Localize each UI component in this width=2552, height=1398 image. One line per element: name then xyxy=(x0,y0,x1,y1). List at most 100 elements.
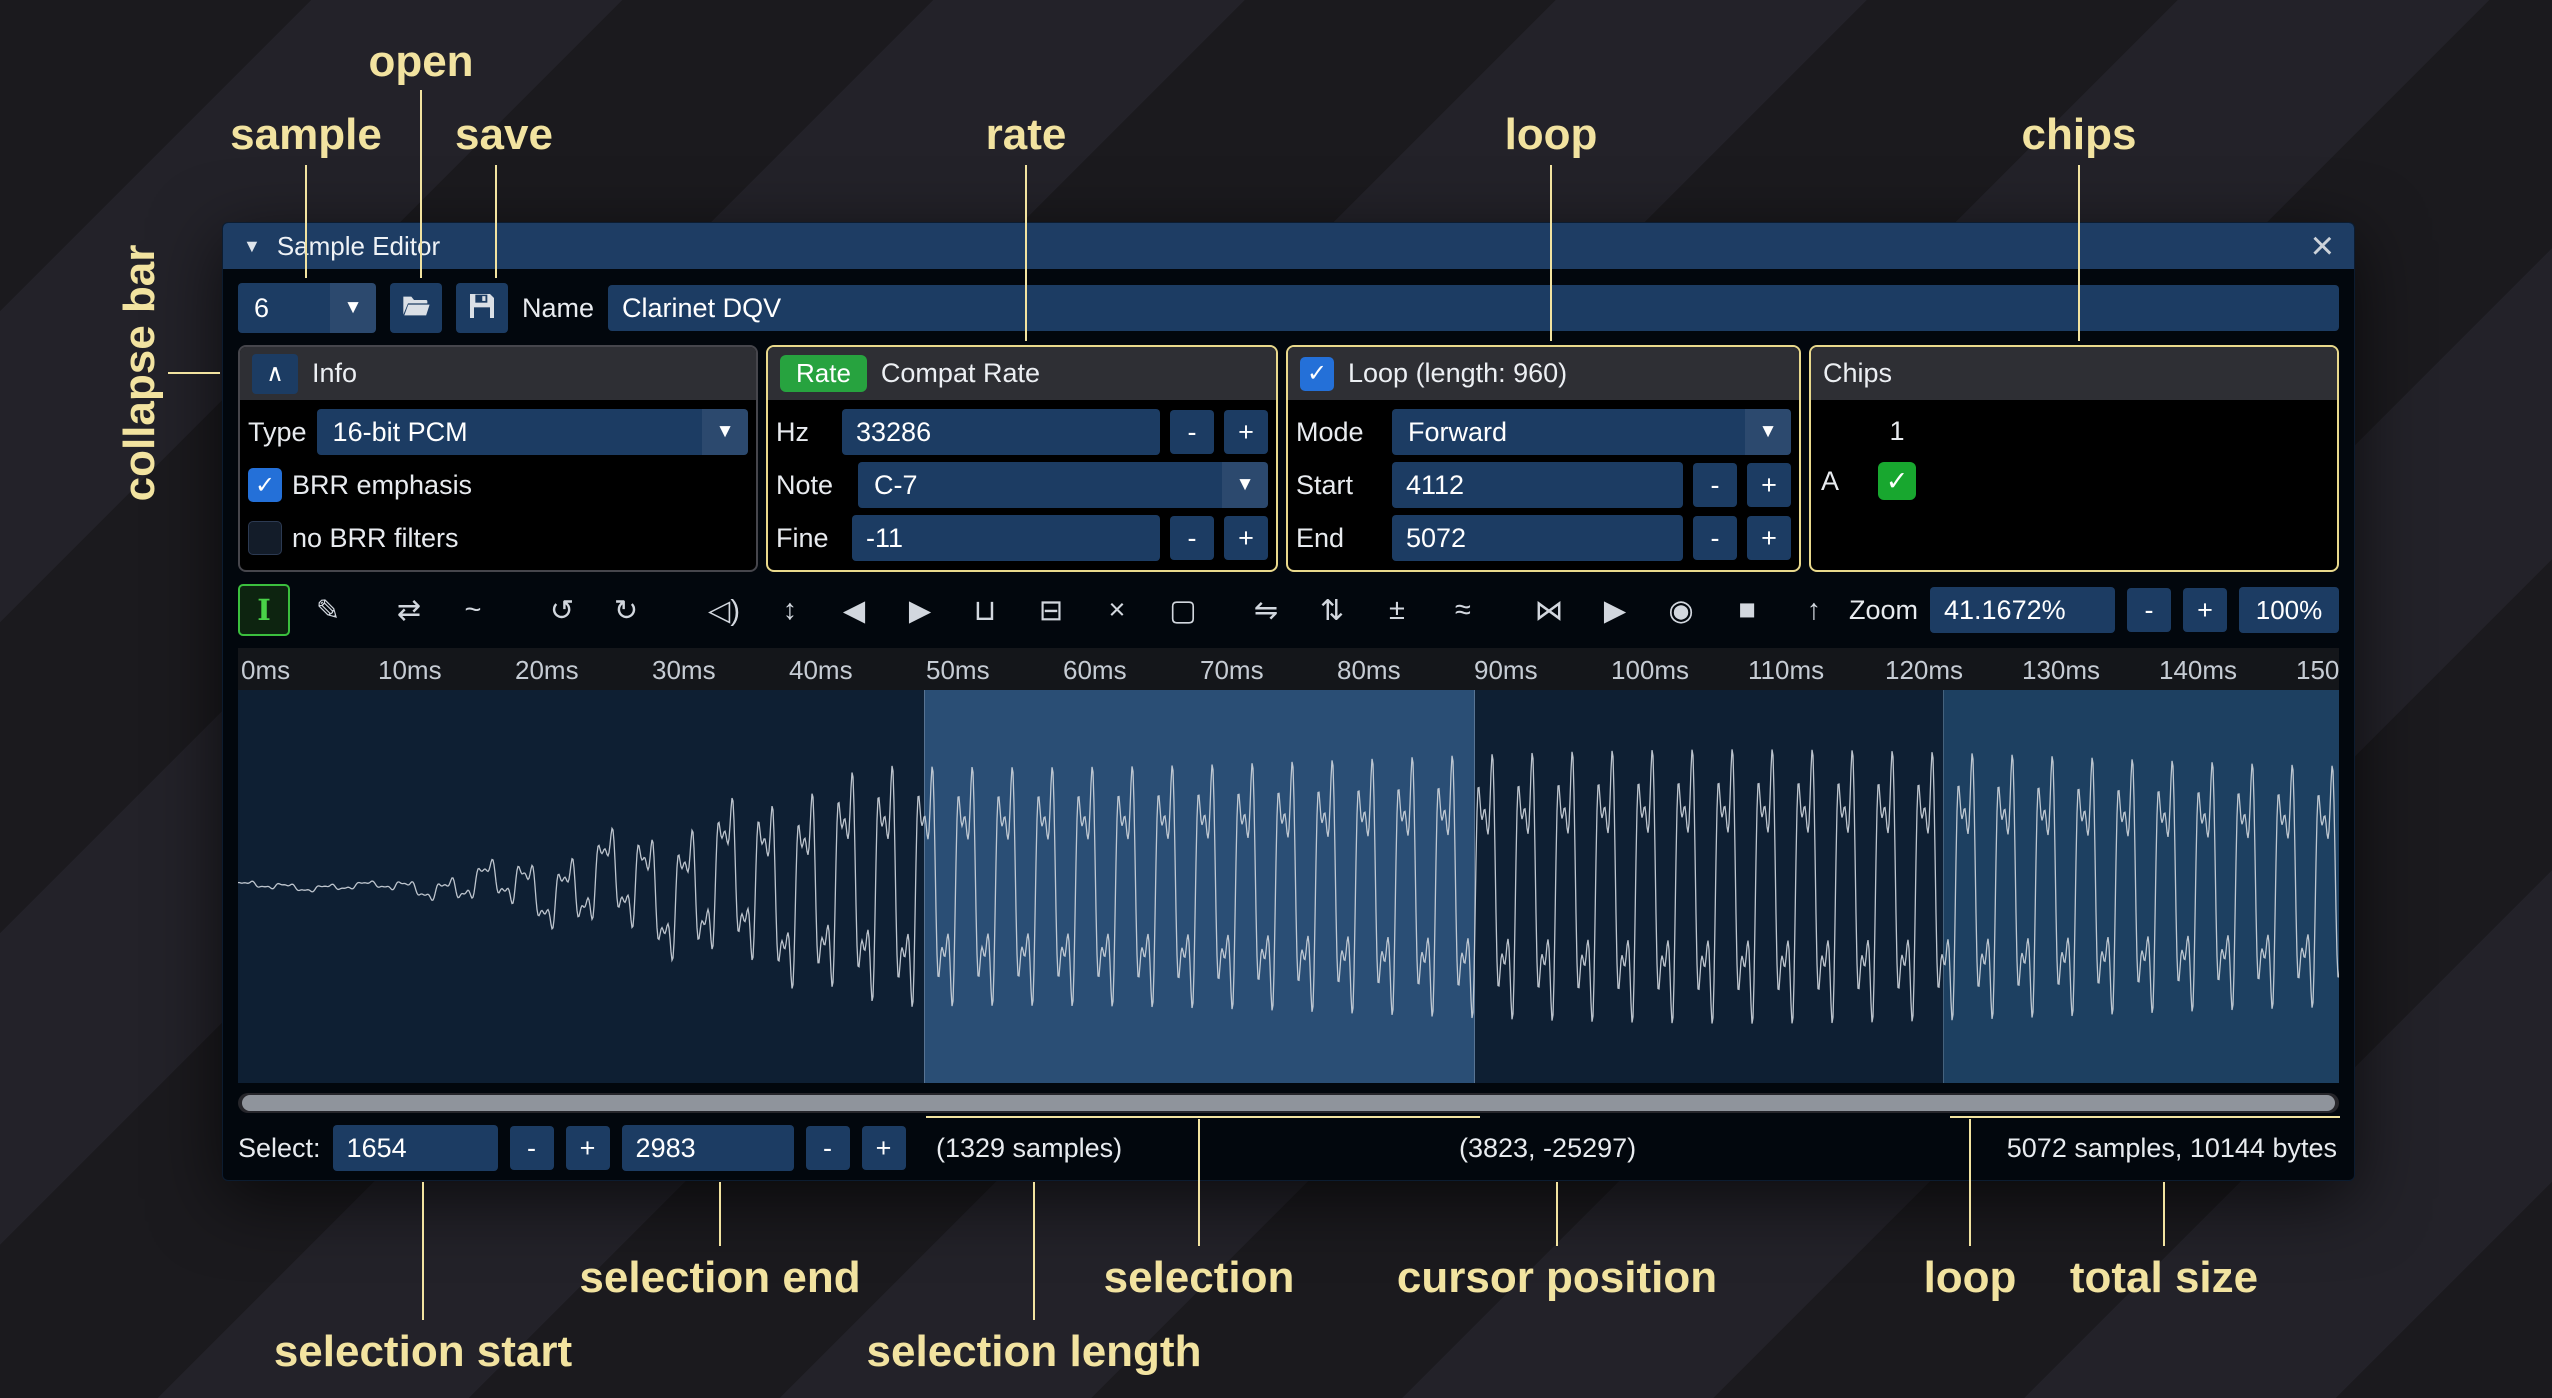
normalize-icon: ↕ xyxy=(783,594,798,627)
annotation-line-loop-bottom xyxy=(1950,1116,2340,1118)
fade-in-button[interactable]: ◀ xyxy=(828,584,880,636)
loop-enable-checkbox[interactable]: ✓ xyxy=(1300,357,1334,391)
save-sample-button[interactable] xyxy=(456,283,508,333)
resample-button[interactable]: ~ xyxy=(447,584,499,636)
annotation-selection: selection xyxy=(1104,1253,1295,1303)
sample-type-dropdown[interactable]: 16-bit PCM ▼ xyxy=(317,409,748,455)
chip-enable-checkbox[interactable]: ✓ xyxy=(1878,462,1916,500)
selection-end-input[interactable] xyxy=(622,1125,794,1171)
amplify-button[interactable]: ◁) xyxy=(698,584,750,636)
undo-button[interactable]: ↺ xyxy=(536,584,588,636)
brr-emphasis-label: BRR emphasis xyxy=(292,470,472,501)
no-brr-filters-checkbox[interactable] xyxy=(248,521,282,555)
redo-icon: ↻ xyxy=(614,593,638,628)
sample-row: 6 ▼ Name xyxy=(223,269,2354,345)
zoom-reset-button[interactable]: 100% xyxy=(2239,587,2339,633)
annotation-line-cursor-position xyxy=(1556,1182,1558,1246)
crossfade-button[interactable]: ⋈ xyxy=(1523,584,1575,636)
fade-out-button[interactable]: ▶ xyxy=(894,584,946,636)
minus-icon: - xyxy=(1711,470,1720,501)
selection-start-input[interactable] xyxy=(333,1125,498,1171)
plus-icon: + xyxy=(1238,417,1254,448)
check-icon: ✓ xyxy=(1886,466,1909,497)
loop-start-input[interactable] xyxy=(1392,462,1683,508)
invert-button[interactable]: ⇅ xyxy=(1306,584,1358,636)
ruler-tick-label: 40ms xyxy=(789,655,853,686)
zoom-in-button[interactable]: + xyxy=(2183,588,2227,632)
selection-start-minus-button[interactable]: - xyxy=(510,1126,554,1170)
annotation-collapse-bar: collapse bar xyxy=(115,245,165,502)
total-size-text: 5072 samples, 10144 bytes xyxy=(2007,1133,2337,1164)
open-sample-button[interactable] xyxy=(390,283,442,333)
loop-mode-value: Forward xyxy=(1392,409,1745,455)
filter-button[interactable]: ≈ xyxy=(1437,584,1489,636)
window-titlebar[interactable]: ▼ Sample Editor × xyxy=(223,223,2354,269)
fine-input[interactable] xyxy=(852,515,1160,561)
brr-emphasis-checkbox[interactable]: ✓ xyxy=(248,468,282,502)
chip-row-label: A xyxy=(1821,466,1867,497)
trim-icon: ▢ xyxy=(1169,593,1196,628)
select-mode-button[interactable]: I xyxy=(238,584,290,636)
info-header: ∧ Info xyxy=(240,347,756,400)
fade-in-icon: ◀ xyxy=(843,593,865,628)
signed-unsigned-button[interactable]: ± xyxy=(1371,584,1423,636)
time-ruler[interactable]: 0ms10ms20ms30ms40ms50ms60ms70ms80ms90ms1… xyxy=(238,648,2339,690)
trim-button[interactable]: ▢ xyxy=(1157,584,1209,636)
preview-loop-button[interactable]: ◉ xyxy=(1655,584,1707,636)
loop-start-minus-button[interactable]: - xyxy=(1693,463,1737,507)
note-label: Note xyxy=(776,470,848,501)
window-caret-icon[interactable]: ▼ xyxy=(243,236,261,257)
hz-input[interactable] xyxy=(842,409,1160,455)
annotation-selection-end: selection end xyxy=(579,1253,860,1303)
waveform-display[interactable] xyxy=(238,690,2339,1083)
normalize-button[interactable]: ↕ xyxy=(764,584,816,636)
loop-end-minus-button[interactable]: - xyxy=(1693,516,1737,560)
note-dropdown[interactable]: C-7 ▼ xyxy=(858,462,1268,508)
plus-icon: + xyxy=(1238,523,1254,554)
fine-minus-button[interactable]: - xyxy=(1170,516,1214,560)
selection-end-plus-button[interactable]: + xyxy=(862,1126,906,1170)
preview-button[interactable]: ▶ xyxy=(1589,584,1641,636)
loop-mode-dropdown[interactable]: Forward ▼ xyxy=(1392,409,1791,455)
waveform-trace xyxy=(238,690,2339,1083)
minus-icon: - xyxy=(823,1133,832,1164)
sample-number-dropdown[interactable]: 6 ▼ xyxy=(238,283,376,333)
fine-label: Fine xyxy=(776,523,842,554)
chip-column-header: 1 xyxy=(1867,416,1927,447)
fine-plus-button[interactable]: + xyxy=(1224,516,1268,560)
undo-icon: ↺ xyxy=(550,593,574,628)
loop-end-plus-button[interactable]: + xyxy=(1747,516,1791,560)
select-mode-icon: I xyxy=(257,593,271,627)
loop-end-input[interactable] xyxy=(1392,515,1683,561)
stop-icon: ■ xyxy=(1738,594,1756,627)
delete-button[interactable]: × xyxy=(1091,584,1143,636)
import-button[interactable]: ↑ xyxy=(1788,584,1840,636)
collapse-bar-button[interactable]: ∧ xyxy=(252,354,298,394)
rate-header: Rate Compat Rate xyxy=(768,347,1276,400)
zoom-input[interactable] xyxy=(1930,587,2115,633)
scrollbar-thumb[interactable] xyxy=(242,1095,2335,1111)
hz-plus-button[interactable]: + xyxy=(1224,410,1268,454)
status-row: Select: - + - + (1329 samples) (3823, -2… xyxy=(238,1123,2339,1173)
annotation-line-sample xyxy=(305,165,307,278)
resize-button[interactable]: ⇄ xyxy=(383,584,435,636)
draw-mode-button[interactable]: ✎ xyxy=(302,584,354,636)
apply-silence-button[interactable]: ⊟ xyxy=(1025,584,1077,636)
selection-end-minus-button[interactable]: - xyxy=(806,1126,850,1170)
close-icon[interactable]: × xyxy=(2311,226,2334,266)
ruler-tick-label: 150ms xyxy=(2296,655,2339,686)
loop-start-plus-button[interactable]: + xyxy=(1747,463,1791,507)
zoom-out-button[interactable]: - xyxy=(2127,588,2171,632)
mode-label: Mode xyxy=(1296,417,1382,448)
reverse-button[interactable]: ⇋ xyxy=(1240,584,1292,636)
select-label: Select: xyxy=(238,1133,321,1164)
selection-start-plus-button[interactable]: + xyxy=(566,1126,610,1170)
hz-minus-button[interactable]: - xyxy=(1170,410,1214,454)
plus-icon: + xyxy=(876,1133,892,1164)
stop-button[interactable]: ■ xyxy=(1721,584,1773,636)
redo-button[interactable]: ↻ xyxy=(600,584,652,636)
ruler-tick-label: 110ms xyxy=(1748,655,1824,686)
insert-silence-button[interactable]: ⊔ xyxy=(959,584,1011,636)
chevron-down-icon: ▼ xyxy=(1222,462,1268,508)
waveform-scrollbar[interactable] xyxy=(238,1093,2339,1113)
